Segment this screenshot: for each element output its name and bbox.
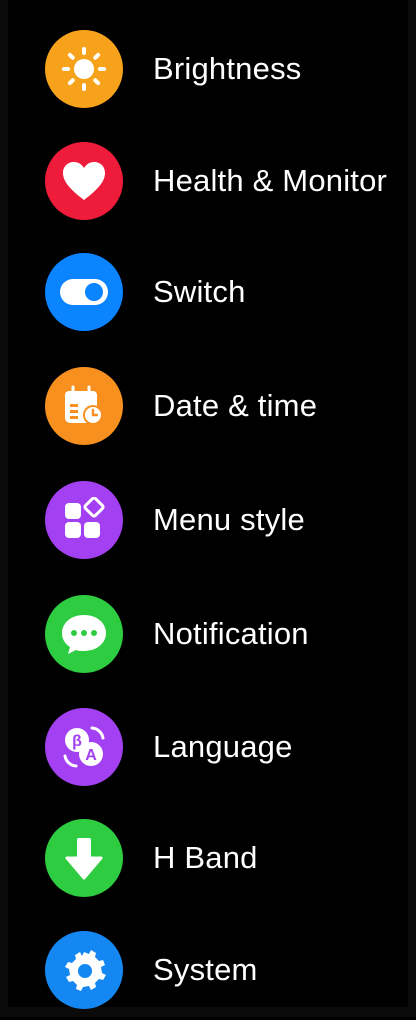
menu-item-label-language: Language [153, 729, 293, 764]
menu-item-switch[interactable]: Switch [0, 242, 416, 342]
menu-item-label-health-monitor: Health & Monitor [153, 163, 388, 198]
svg-text:A: A [85, 747, 97, 764]
translate-icon: β A [45, 708, 123, 786]
sun-icon [45, 30, 123, 108]
menu-item-label-h-band: H Band [153, 840, 258, 875]
menu-item-label-notification: Notification [153, 616, 309, 651]
toggle-icon [45, 253, 123, 331]
watch-screen: Brightness Health & Monitor Switch Date … [0, 0, 416, 1017]
grid-icon [45, 481, 123, 559]
menu-item-label-switch: Switch [153, 274, 246, 309]
menu-item-system[interactable]: System [0, 920, 416, 1020]
download-arrow-icon [45, 819, 123, 897]
heart-icon [45, 142, 123, 220]
menu-item-language[interactable]: β A Language [0, 697, 416, 797]
menu-item-date-time[interactable]: Date & time [0, 356, 416, 456]
chat-bubble-icon [45, 595, 123, 673]
svg-text:β: β [72, 733, 82, 750]
menu-item-menu-style[interactable]: Menu style [0, 470, 416, 570]
menu-item-label-date-time: Date & time [153, 388, 318, 423]
menu-item-notification[interactable]: Notification [0, 584, 416, 684]
menu-item-label-system: System [153, 952, 258, 987]
calendar-clock-icon [45, 367, 123, 445]
menu-item-label-brightness: Brightness [153, 51, 302, 86]
menu-item-health-monitor[interactable]: Health & Monitor [0, 131, 416, 231]
menu-item-brightness[interactable]: Brightness [0, 19, 416, 119]
gear-icon [45, 931, 123, 1009]
menu-item-label-menu-style: Menu style [153, 502, 305, 537]
menu-item-h-band[interactable]: H Band [0, 808, 416, 908]
